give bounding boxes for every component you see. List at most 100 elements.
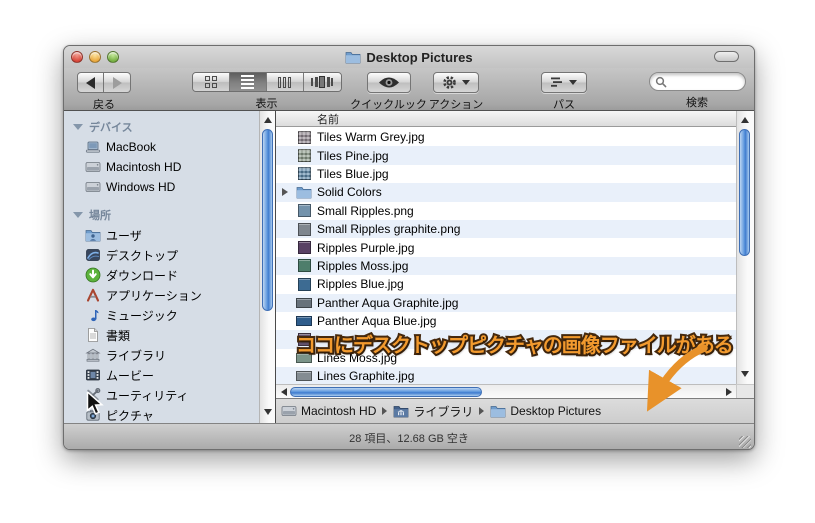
search-input[interactable] (648, 72, 746, 91)
sidebar-item-documents[interactable]: 書類 (64, 325, 259, 345)
file-icon-box (294, 277, 314, 291)
table-row[interactable]: Small Ripples graphite.png (276, 219, 736, 239)
sidebar-item-movies[interactable]: ムービー (64, 365, 259, 385)
file-icon-box (294, 297, 314, 308)
table-row[interactable]: Panther Aqua Graphite.jpg (276, 293, 736, 312)
window-title-area: Desktop Pictures (64, 49, 754, 65)
path-button[interactable] (541, 72, 587, 93)
library-folder-icon (393, 403, 409, 419)
file-icon-box (294, 130, 314, 144)
documents-icon (85, 327, 101, 343)
coverflow-view-icon (311, 76, 333, 88)
list-view-button[interactable] (229, 73, 267, 91)
sidebar-item-windows-hd[interactable]: Windows HD (64, 177, 259, 197)
title-bar[interactable]: Desktop Pictures (64, 46, 754, 68)
sidebar-item-macintosh-hd[interactable]: Macintosh HD (64, 157, 259, 177)
sidebar-item-desktop[interactable]: デスクトップ (64, 245, 259, 265)
sidebar-scrollbar-thumb[interactable] (262, 129, 273, 311)
downloads-icon (85, 267, 101, 283)
coverflow-view-button[interactable] (303, 73, 341, 91)
image-thumbnail-icon (296, 316, 312, 327)
table-row[interactable]: Tiles Blue.jpg (276, 165, 736, 183)
image-thumbnail-icon (297, 149, 311, 163)
path-item-library[interactable]: ライブラリ (393, 403, 473, 420)
desktop-icon (85, 247, 101, 263)
sidebar-section-header[interactable]: 場所 (64, 205, 259, 225)
search-group: 検索 (647, 72, 747, 110)
sidebar-item-label: アプリケーション (106, 288, 202, 303)
image-thumbnail-icon (297, 259, 311, 273)
path-separator-icon (382, 407, 388, 415)
table-row[interactable]: Small Ripples.png (276, 202, 736, 220)
quicklook-button[interactable] (366, 72, 411, 93)
sidebar-item-macbook[interactable]: MacBook (64, 137, 259, 157)
sidebar-item-label: ユーティリティ (106, 388, 189, 403)
file-name: Lines Graphite.jpg (317, 369, 415, 384)
toolbar-toggle-button[interactable] (714, 51, 739, 62)
action-label: アクション (428, 99, 484, 111)
file-icon-box (294, 371, 314, 382)
file-icon-box (294, 184, 314, 200)
view-label: 表示 (255, 98, 278, 110)
sidebar-item-label: ダウンロード (106, 268, 179, 283)
file-name: Tiles Pine.jpg (317, 148, 389, 163)
file-name: Panther Aqua Graphite.jpg (317, 295, 459, 310)
back-button[interactable] (77, 72, 104, 93)
vertical-scrollbar[interactable] (736, 111, 754, 384)
file-name: Ripples Moss.jpg (317, 258, 409, 273)
horizontal-scrollbar-thumb[interactable] (290, 387, 482, 397)
table-row[interactable]: Tiles Warm Grey.jpg (276, 128, 736, 146)
path-item-desktop-pictures[interactable]: Desktop Pictures (490, 403, 601, 419)
sidebar-item-label: 書類 (106, 328, 131, 343)
movies-icon (85, 367, 101, 383)
disclosure-column[interactable] (276, 188, 294, 197)
annotation-arrow (646, 344, 708, 412)
sidebar-item-music[interactable]: ミュージック (64, 305, 259, 325)
toolbar: 戻る 表示 クイックルック アクション パス 検索 (64, 68, 754, 111)
scroll-down-button[interactable] (737, 367, 753, 381)
column-view-icon (278, 76, 291, 88)
scroll-up-button[interactable] (737, 113, 753, 127)
path-item-label: ライブラリ (413, 404, 474, 419)
sidebar-item-users[interactable]: ユーザ (64, 225, 259, 245)
status-text: 28 項目、12.68 GB 空き (349, 432, 469, 445)
scrollbar-corner (736, 384, 754, 398)
sidebar-scrollbar[interactable] (259, 111, 275, 423)
action-group: アクション (416, 72, 496, 112)
sidebar-item-applications[interactable]: アプリケーション (64, 285, 259, 305)
disclosure-triangle-icon (282, 188, 288, 197)
image-thumbnail-icon (297, 222, 311, 236)
name-column-header[interactable]: 名前 (276, 111, 736, 127)
action-button[interactable] (433, 72, 479, 93)
path-separator-icon (479, 407, 485, 415)
scroll-down-button[interactable] (260, 405, 276, 419)
forward-button[interactable] (104, 72, 131, 93)
image-thumbnail-icon (296, 297, 312, 308)
path-item-label: Desktop Pictures (510, 404, 602, 418)
path-item-macintosh-hd[interactable]: Macintosh HD (281, 403, 376, 419)
dropdown-arrow-icon (462, 80, 470, 85)
image-thumbnail-icon (297, 204, 311, 218)
scroll-up-button[interactable] (260, 113, 276, 127)
vertical-scrollbar-thumb[interactable] (739, 129, 750, 256)
file-name: Tiles Warm Grey.jpg (317, 130, 425, 145)
table-row[interactable]: Panther Aqua Blue.jpg (276, 312, 736, 330)
path-group: パス (519, 72, 609, 112)
table-row[interactable]: Ripples Purple.jpg (276, 238, 736, 256)
table-row[interactable]: Solid Colors (276, 183, 736, 202)
scroll-left-button[interactable] (277, 385, 290, 399)
table-row[interactable]: Tiles Pine.jpg (276, 146, 736, 165)
sidebar-item-downloads[interactable]: ダウンロード (64, 265, 259, 285)
forward-arrow-icon (112, 76, 122, 89)
table-row[interactable]: Ripples Moss.jpg (276, 256, 736, 276)
image-thumbnail-icon (296, 371, 312, 382)
sidebar-item-library[interactable]: ライブラリ (64, 345, 259, 365)
sidebar-section-label: 場所 (89, 210, 111, 222)
applications-icon (85, 287, 101, 303)
column-view-button[interactable] (266, 73, 304, 91)
sidebar-section-header[interactable]: デバイス (64, 117, 259, 137)
resize-grip[interactable] (739, 436, 751, 448)
table-row[interactable]: Ripples Blue.jpg (276, 275, 736, 293)
icon-view-button[interactable] (192, 73, 230, 91)
path-label: パス (553, 99, 575, 111)
